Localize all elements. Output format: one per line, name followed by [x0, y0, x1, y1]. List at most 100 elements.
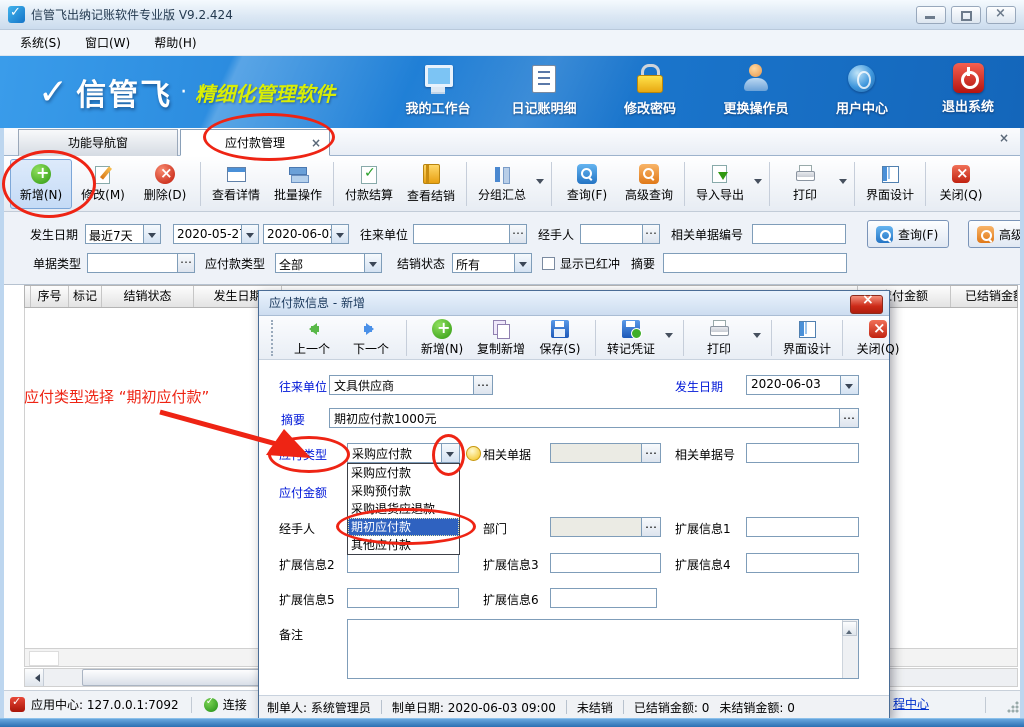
toolbar-group-summary-button[interactable]: 分组汇总 [471, 159, 533, 209]
date-combo[interactable]: 2020-06-03 [746, 375, 859, 395]
center-link[interactable]: 程中心 [893, 691, 929, 718]
toolbar-import-export-button[interactable]: 导入导出 [689, 159, 751, 209]
ellipsis-icon[interactable] [642, 517, 661, 537]
menu-help[interactable]: 帮助(H) [142, 31, 208, 54]
dropdown-arrow-icon[interactable] [442, 443, 460, 463]
menu-window[interactable]: 窗口(W) [73, 31, 142, 54]
col-settle-state[interactable]: 结销状态 [102, 286, 194, 307]
summary-input[interactable]: 期初应付款1000元 [329, 408, 859, 428]
scroll-up-icon[interactable] [842, 621, 857, 636]
ext1-input[interactable] [746, 517, 859, 537]
dropdown-option[interactable]: 其他应付款 [348, 536, 459, 554]
dialog-print-button[interactable]: 打印 [691, 318, 747, 358]
toolbar-close-button[interactable]: 关闭(Q) [930, 159, 992, 209]
refno-input[interactable] [746, 443, 859, 463]
col-seq[interactable]: 序号 [31, 286, 69, 307]
toolbar-view-settle-button[interactable]: 查看结销 [400, 159, 462, 209]
dialog-close-toolbar-button[interactable]: 关闭(Q) [850, 318, 906, 358]
advanced-query-button[interactable]: 高级查询 [968, 220, 1024, 248]
banner-action-exit[interactable]: 退出系统 [930, 63, 1006, 117]
col-flag[interactable]: 标记 [69, 286, 102, 307]
dropdown-arrow-icon[interactable] [143, 225, 160, 243]
toolbar-batch-button[interactable]: 批量操作 [267, 159, 329, 209]
unit-input[interactable]: 文具供应商 [329, 375, 493, 395]
chevron-down-icon[interactable] [839, 179, 847, 188]
chevron-down-icon[interactable] [754, 179, 762, 188]
dept-input[interactable] [550, 517, 661, 537]
dropdown-arrow-icon[interactable] [331, 225, 348, 243]
ellipsis-icon[interactable] [642, 443, 661, 463]
tab-payables[interactable]: 应付款管理 [180, 129, 330, 156]
dialog-prev-button[interactable]: 上一个 [284, 318, 340, 358]
note-scrollbar[interactable] [842, 620, 858, 678]
show-reversed-checkbox[interactable] [542, 257, 555, 270]
ext5-input[interactable] [347, 588, 459, 608]
settle-state-combo[interactable]: 所有 [452, 253, 532, 273]
date-from-combo[interactable]: 2020-05-27 [173, 224, 259, 244]
dropdown-arrow-icon[interactable] [364, 254, 381, 272]
resize-grip[interactable] [1007, 701, 1019, 713]
scroll-left-icon[interactable] [25, 669, 44, 686]
ellipsis-icon[interactable] [177, 254, 194, 272]
dropdown-arrow-icon[interactable] [841, 375, 859, 395]
menu-system[interactable]: 系统(S) [8, 31, 73, 54]
toolbar-view-detail-button[interactable]: 查看详情 [205, 159, 267, 209]
dropdown-arrow-icon[interactable] [241, 225, 258, 243]
paytype-combo[interactable]: 采购应付款 [347, 443, 460, 463]
toolbar-query-button[interactable]: 查询(F) [556, 159, 618, 209]
dialog-ui-design-button[interactable]: 界面设计 [779, 318, 835, 358]
ellipsis-icon[interactable] [474, 375, 493, 395]
refdoc-input[interactable] [550, 443, 661, 463]
agent-filter-input[interactable] [580, 224, 660, 244]
pay-type-combo[interactable]: 全部 [275, 253, 382, 273]
dialog-copy-add-button[interactable]: 复制新增 [473, 318, 529, 358]
col-settled-amount[interactable]: 已结销金额 [951, 286, 1017, 307]
minimize-button[interactable] [916, 6, 946, 24]
dropdown-option[interactable]: 采购退货应退款 [348, 500, 459, 518]
doc-type-filter-input[interactable] [87, 253, 195, 273]
chevron-down-icon[interactable] [536, 179, 544, 188]
banner-action-user-center[interactable]: 用户中心 [824, 63, 900, 117]
toolbar-print-button[interactable]: 打印 [774, 159, 836, 209]
dialog-voucher-button[interactable]: 转记凭证 [603, 318, 659, 358]
toolbar-ui-design-button[interactable]: 界面设计 [859, 159, 921, 209]
ext6-input[interactable] [550, 588, 657, 608]
ext2-input[interactable] [347, 553, 459, 573]
toolbar-advanced-query-button[interactable]: 高级查询 [618, 159, 680, 209]
dropdown-option[interactable]: 采购预付款 [348, 482, 459, 500]
dialog-next-button[interactable]: 下一个 [343, 318, 399, 358]
chevron-down-icon[interactable] [665, 333, 673, 342]
date-range-combo[interactable]: 最近7天 [85, 224, 161, 244]
ellipsis-icon[interactable] [840, 408, 859, 428]
toolbar-pay-settle-button[interactable]: 付款结算 [338, 159, 400, 209]
banner-action-journal[interactable]: 日记账明细 [506, 63, 582, 117]
date-to-combo[interactable]: 2020-06-03 [263, 224, 349, 244]
tab-navigation[interactable]: 功能导航窗 [18, 129, 178, 156]
query-button[interactable]: 查询(F) [867, 220, 949, 248]
ellipsis-icon[interactable] [642, 225, 659, 243]
dialog-save-button[interactable]: 保存(S) [532, 318, 588, 358]
dropdown-option[interactable]: 采购应付款 [348, 464, 459, 482]
banner-action-change-password[interactable]: 修改密码 [612, 63, 688, 117]
close-button[interactable] [986, 6, 1016, 24]
note-textarea[interactable] [347, 619, 859, 679]
dropdown-arrow-icon[interactable] [514, 254, 531, 272]
dropdown-option-selected[interactable]: 期初应付款 [348, 518, 459, 536]
unit-filter-input[interactable] [413, 224, 527, 244]
doc-no-filter-input[interactable] [752, 224, 846, 244]
summary-filter-input[interactable] [663, 253, 847, 273]
chevron-down-icon[interactable] [753, 333, 761, 342]
toolbar-delete-button[interactable]: 删除(D) [134, 159, 196, 209]
banner-action-switch-operator[interactable]: 更换操作员 [718, 63, 794, 117]
tabstrip-close-icon[interactable] [999, 131, 1015, 147]
banner-action-workbench[interactable]: 我的工作台 [400, 63, 476, 117]
dialog-close-button[interactable] [850, 295, 883, 314]
toolbar-edit-button[interactable]: 修改(M) [72, 159, 134, 209]
maximize-button[interactable] [951, 6, 981, 24]
tab-close-icon[interactable] [311, 130, 321, 156]
ellipsis-icon[interactable] [509, 225, 526, 243]
ext4-input[interactable] [746, 553, 859, 573]
dialog-add-button[interactable]: 新增(N) [414, 318, 470, 358]
toolbar-add-button[interactable]: 新增(N) [10, 159, 72, 209]
ext3-input[interactable] [550, 553, 661, 573]
